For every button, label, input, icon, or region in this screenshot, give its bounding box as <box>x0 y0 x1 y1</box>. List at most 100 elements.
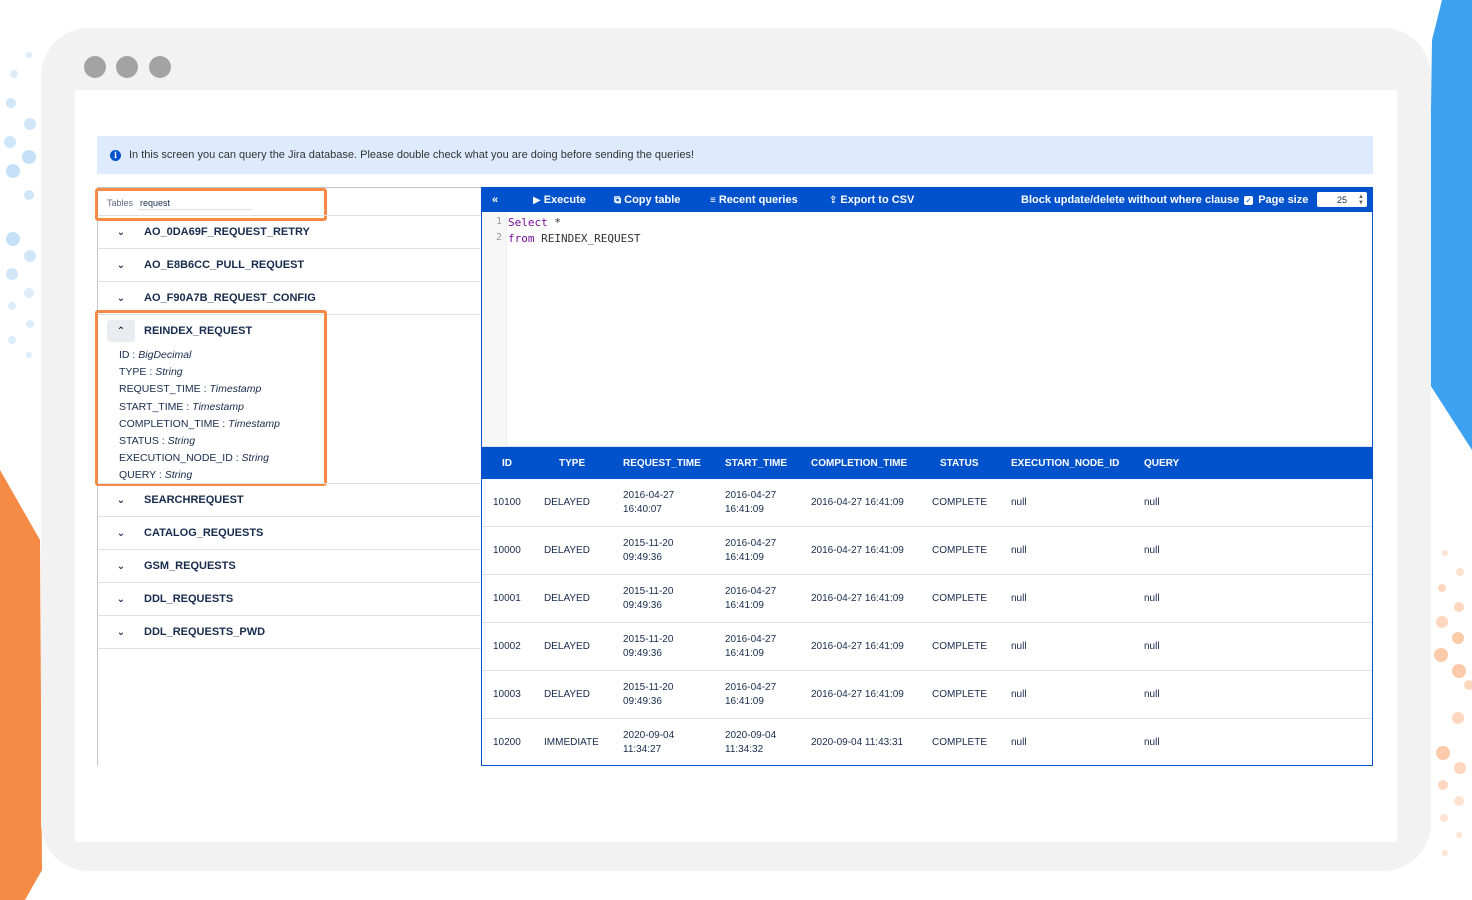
column-header[interactable]: TYPE <box>559 447 585 479</box>
chevron-down-icon[interactable]: ⌄ <box>107 555 135 577</box>
column-header[interactable]: QUERY <box>1144 447 1179 479</box>
stepper-icon[interactable]: ▲ ▼ <box>1358 194 1364 206</box>
line-number: 2 <box>495 232 502 243</box>
table-name: CATALOG_REQUESTS <box>144 527 264 539</box>
cell: null <box>1144 736 1160 748</box>
sql-keyword: from <box>508 232 535 245</box>
export-csv-button[interactable]: ⇪ Export to CSV <box>829 188 914 212</box>
code-line: 1 Select * <box>482 216 561 232</box>
app-screen: i In this screen you can query the Jira … <box>75 90 1397 842</box>
info-icon: i <box>110 149 121 161</box>
table-row: 10100 DELAYED 2016-04-27 16:40:07 2016-0… <box>482 479 1372 527</box>
cell: null <box>1011 688 1027 700</box>
chevron-down-icon[interactable]: ⌄ <box>107 287 135 309</box>
cell: 2015-11-20 09:49:36 <box>623 681 674 707</box>
cell: 2016-04-27 16:41:09 <box>811 640 904 652</box>
table-browser: Tables ⌄ AO_0DA69F_REQUEST_RETRY ⌄ AO_E8… <box>95 187 481 766</box>
line-number: 1 <box>495 216 502 227</box>
table-name: AO_0DA69F_REQUEST_RETRY <box>144 226 310 238</box>
window-control-dot <box>84 56 106 78</box>
sql-keyword: Select <box>508 216 548 229</box>
recent-queries-button[interactable]: ≡ Recent queries <box>710 188 798 212</box>
cell: 10000 <box>493 544 521 556</box>
decorative-dots-right <box>1430 540 1472 870</box>
cell: null <box>1144 496 1160 508</box>
cell: DELAYED <box>544 640 590 652</box>
chevron-down-icon[interactable]: ⌄ <box>107 221 135 243</box>
window-control-dot <box>149 56 171 78</box>
table-row: 10000 DELAYED 2015-11-20 09:49:36 2016-0… <box>482 527 1372 575</box>
chevron-down-icon[interactable]: ⌄ <box>107 522 135 544</box>
table-row: 10002 DELAYED 2015-11-20 09:49:36 2016-0… <box>482 623 1372 671</box>
cell: null <box>1011 592 1027 604</box>
table-item[interactable]: ⌄ DDL_REQUESTS <box>98 582 481 615</box>
cell: null <box>1144 640 1160 652</box>
column-header[interactable]: START_TIME <box>725 447 787 479</box>
table-item[interactable]: ⌄ CATALOG_REQUESTS <box>98 516 481 549</box>
table-item[interactable]: ⌄ DDL_REQUESTS_PWD <box>98 615 481 648</box>
cell: 2016-04-27 16:41:09 <box>725 537 777 563</box>
cell: null <box>1011 736 1027 748</box>
cell: DELAYED <box>544 544 590 556</box>
sql-editor[interactable]: 1 Select * 2 from REINDEX_REQUEST <box>482 212 1372 447</box>
cell: null <box>1144 544 1160 556</box>
cell: COMPLETE <box>932 544 988 556</box>
chevron-down-icon[interactable]: ⌄ <box>107 621 135 643</box>
table-name: AO_E8B6CC_PULL_REQUEST <box>144 259 305 271</box>
cell: COMPLETE <box>932 496 988 508</box>
info-banner: i In this screen you can query the Jira … <box>97 136 1373 174</box>
table-item-expanded: ⌃ REINDEX_REQUEST ID : BigDecimal TYPE :… <box>95 310 481 486</box>
table-name: SEARCHREQUEST <box>144 494 244 506</box>
results-header: ID TYPE REQUEST_TIME START_TIME COMPLETI… <box>482 447 1372 479</box>
cell: DELAYED <box>544 496 590 508</box>
execute-button[interactable]: ▶ Execute <box>533 188 586 212</box>
table-row: 10001 DELAYED 2015-11-20 09:49:36 2016-0… <box>482 575 1372 623</box>
cell: 10003 <box>493 688 521 700</box>
cell: 2020-09-04 11:34:32 <box>725 729 777 755</box>
cell: 2015-11-20 09:49:36 <box>623 537 674 563</box>
block-update-option: Block update/delete without where clause… <box>1021 188 1308 212</box>
cell: 2016-04-27 16:41:09 <box>725 489 777 515</box>
query-panel: « ▶ Execute ⧉ Copy table ≡ Recent querie… <box>481 187 1373 766</box>
column-header[interactable]: EXECUTION_NODE_ID <box>1011 447 1119 479</box>
table-item[interactable]: ⌄ AO_0DA69F_REQUEST_RETRY <box>98 215 481 248</box>
column-header[interactable]: COMPLETION_TIME <box>811 447 907 479</box>
double-chevron-left-icon: « <box>492 194 499 206</box>
list-icon: ≡ <box>710 194 716 206</box>
table-item[interactable]: ⌄ AO_E8B6CC_PULL_REQUEST <box>98 248 481 281</box>
collapse-panel-button[interactable]: « <box>492 188 498 212</box>
block-update-label: Block update/delete without where clause <box>1021 194 1240 206</box>
cell: null <box>1011 544 1027 556</box>
sql-text: * <box>547 216 561 229</box>
page-size-input[interactable]: 25 ▲ ▼ <box>1317 192 1367 207</box>
cell: 2015-11-20 09:49:36 <box>623 585 674 611</box>
expanded-highlight-box <box>95 310 327 486</box>
info-banner-text: In this screen you can query the Jira da… <box>129 149 695 161</box>
cell: 2016-04-27 16:41:09 <box>725 681 777 707</box>
cell: IMMEDIATE <box>544 736 599 748</box>
export-icon: ⇪ <box>829 194 838 206</box>
table-row: 10003 DELAYED 2015-11-20 09:49:36 2016-0… <box>482 671 1372 719</box>
chevron-down-icon[interactable]: ⌄ <box>107 254 135 276</box>
window-control-dot <box>116 56 138 78</box>
cell: 2015-11-20 09:49:36 <box>623 633 674 659</box>
table-item[interactable]: ⌄ SEARCHREQUEST <box>98 483 481 516</box>
cell: 2016-04-27 16:41:09 <box>725 633 777 659</box>
table-item[interactable]: ⌄ GSM_REQUESTS <box>98 549 481 582</box>
column-header[interactable]: STATUS <box>940 447 979 479</box>
play-icon: ▶ <box>533 194 541 206</box>
block-update-checkbox[interactable]: ✓ <box>1244 195 1254 205</box>
cell: COMPLETE <box>932 592 988 604</box>
tree-divider <box>98 648 481 649</box>
sql-text: REINDEX_REQUEST <box>534 232 641 245</box>
cell: 2016-04-27 16:41:09 <box>725 585 777 611</box>
cell: 2020-09-04 11:34:27 <box>623 729 675 755</box>
decorative-dots-left <box>0 40 45 370</box>
cell: null <box>1144 592 1160 604</box>
cell: DELAYED <box>544 688 590 700</box>
chevron-down-icon[interactable]: ⌄ <box>107 489 135 511</box>
column-header[interactable]: ID <box>502 447 512 479</box>
column-header[interactable]: REQUEST_TIME <box>623 447 701 479</box>
copy-table-button[interactable]: ⧉ Copy table <box>614 188 680 212</box>
chevron-down-icon[interactable]: ⌄ <box>107 588 135 610</box>
